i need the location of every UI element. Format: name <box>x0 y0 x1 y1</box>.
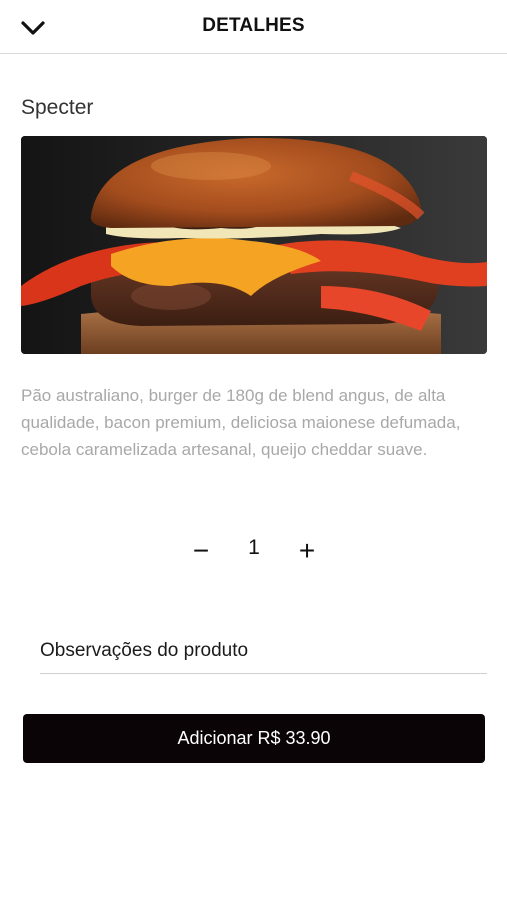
header-bar: DETALHES <box>0 0 507 54</box>
page-title: DETALHES <box>202 15 305 36</box>
burger-photo <box>21 136 487 354</box>
product-description: Pão australiano, burger de 180g de blend… <box>21 386 461 459</box>
quantity-stepper: − 1 + <box>0 532 507 572</box>
increase-quantity-button[interactable]: + <box>292 535 322 566</box>
product-image <box>21 136 487 354</box>
add-to-cart-button[interactable]: Adicionar R$ 33.90 <box>23 714 485 763</box>
product-details-screen: DETALHES Specter Pão australiano, burger… <box>0 0 507 900</box>
decrease-quantity-button[interactable]: − <box>186 535 216 566</box>
product-name: Specter <box>21 96 94 119</box>
product-observations-input[interactable] <box>40 628 487 674</box>
quantity-value: 1 <box>248 536 260 559</box>
